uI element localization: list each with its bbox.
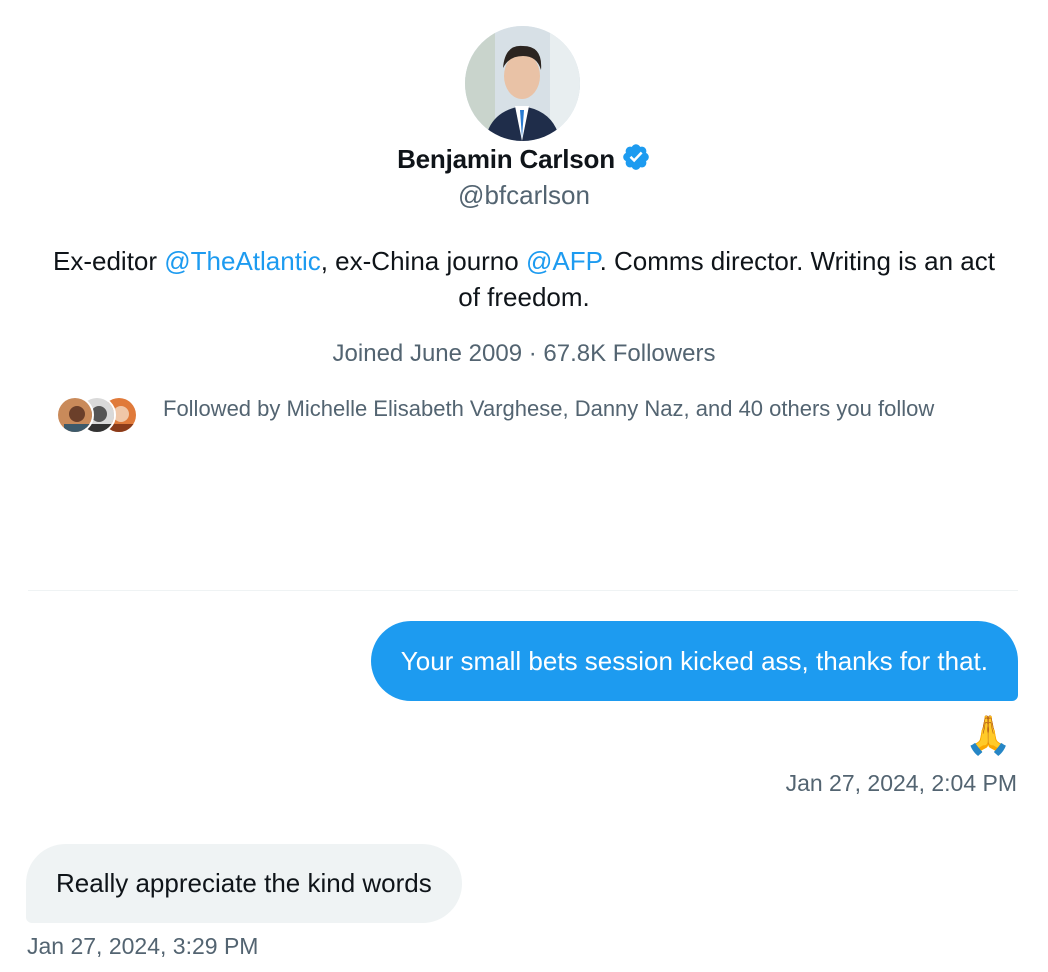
profile-meta: Joined June 2009 · 67.8K Followers (332, 340, 716, 367)
mention-link-afp[interactable]: @AFP (526, 246, 600, 276)
follower-avatar (56, 396, 94, 434)
profile-bio: Ex-editor @TheAtlantic, ex-China journo … (40, 243, 1008, 315)
followed-by-text: Followed by Michelle Elisabeth Varghese,… (163, 396, 935, 421)
bio-text-1: Ex-editor (53, 246, 165, 276)
message-timestamp: Jan 27, 2024, 2:04 PM (785, 770, 1017, 796)
message-bubble-incoming[interactable]: Really appreciate the kind words (26, 844, 462, 923)
message-bubble-outgoing[interactable]: Your small bets session kicked ass, than… (370, 621, 1018, 701)
profile-photo (465, 26, 580, 141)
profile-avatar[interactable] (465, 26, 580, 141)
profile-name[interactable]: Benjamin Carlson (397, 144, 615, 174)
verified-badge-icon (621, 142, 651, 179)
profile-handle[interactable]: @bfcarlson (0, 180, 1048, 211)
message-reaction-pray[interactable]: 🙏 (965, 712, 1012, 760)
message-timestamp: Jan 27, 2024, 3:29 PM (27, 933, 259, 959)
bio-text-2: , ex-China journo (320, 246, 526, 276)
section-divider (28, 590, 1018, 591)
followed-by-row[interactable]: Followed by Michelle Elisabeth Varghese,… (56, 394, 956, 436)
profile-name-row: Benjamin Carlson (0, 142, 1048, 179)
followed-avatars (56, 396, 146, 436)
mention-link-theatlantic[interactable]: @TheAtlantic (164, 246, 320, 276)
